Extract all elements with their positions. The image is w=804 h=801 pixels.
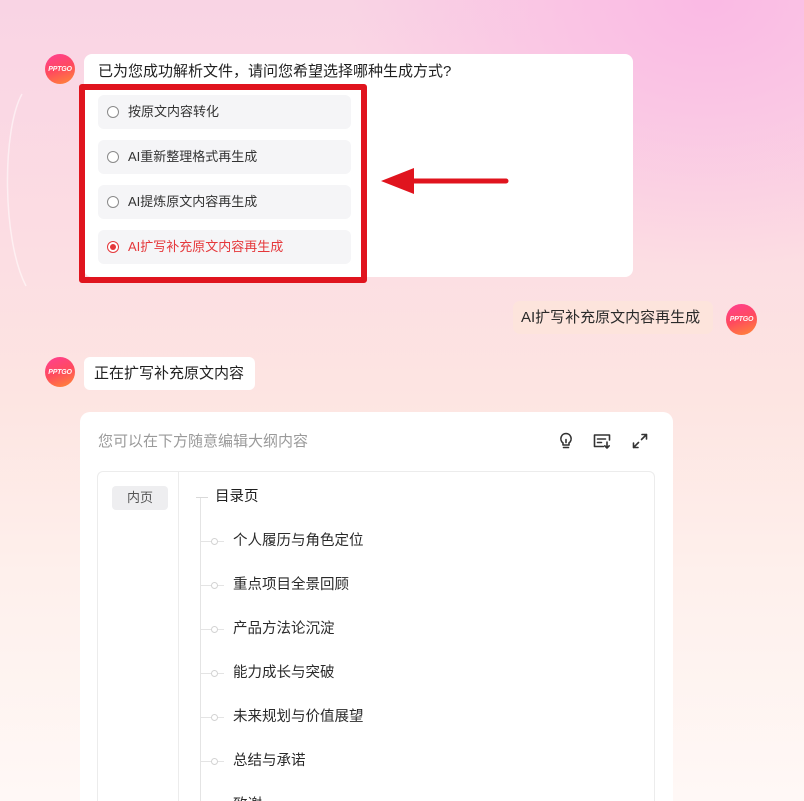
- outline-item-text[interactable]: 总结与承诺: [233, 751, 306, 771]
- list-download-icon[interactable]: [592, 431, 612, 451]
- annotation-highlight-box: [79, 84, 367, 283]
- expand-icon[interactable]: [630, 431, 650, 451]
- question-text: 已为您成功解析文件，请问您希望选择哪种生成方式?: [98, 63, 452, 80]
- tree-node-dot: [211, 714, 218, 721]
- avatar-logo-text: PPTGO: [48, 65, 72, 73]
- tree-node-dot: [211, 582, 218, 589]
- outline-item[interactable]: 致谢: [200, 791, 500, 801]
- outline-hint-text: 您可以在下方随意编辑大纲内容: [98, 433, 309, 450]
- outline-item[interactable]: 未来规划与价值展望: [200, 707, 500, 727]
- outline-item-text[interactable]: 致谢: [233, 791, 262, 801]
- outline-item[interactable]: 个人履历与角色定位: [200, 531, 500, 551]
- outline-item-text[interactable]: 能力成长与突破: [233, 663, 335, 683]
- outline-item-text[interactable]: 未来规划与价值展望: [233, 707, 364, 727]
- status-message-bubble: 正在扩写补充原文内容: [84, 357, 255, 390]
- outline-item-text[interactable]: 产品方法论沉淀: [233, 619, 335, 639]
- decorative-curve: [6, 93, 27, 287]
- tree-node-dot: [211, 758, 218, 765]
- bot-avatar: PPTGO: [45, 54, 75, 84]
- user-message-text: AI扩写补充原文内容再生成: [521, 309, 701, 326]
- page-type-tag[interactable]: 内页: [112, 486, 168, 510]
- outline-item-text[interactable]: 重点项目全景回顾: [233, 575, 349, 595]
- tree-node-dot: [211, 538, 218, 545]
- user-message-bubble: AI扩写补充原文内容再生成: [513, 301, 713, 334]
- outline-item[interactable]: 重点项目全景回顾: [200, 575, 500, 595]
- outline-item[interactable]: 总结与承诺: [200, 751, 500, 771]
- avatar-logo-text: PPTGO: [48, 368, 72, 376]
- outline-editor-card: 您可以在下方随意编辑大纲内容 内页 目录页 个人履历与角色定位 重点项目全景回顾…: [80, 412, 673, 801]
- bulb-icon[interactable]: [556, 431, 576, 451]
- outline-item[interactable]: 产品方法论沉淀: [200, 619, 500, 639]
- avatar-logo-text: PPTGO: [729, 316, 754, 323]
- tree-root-title[interactable]: 目录页: [215, 487, 259, 507]
- outline-tree-panel: 内页 目录页 个人履历与角色定位 重点项目全景回顾 产品方法论沉淀 能力成长与突…: [97, 471, 655, 801]
- status-message-text: 正在扩写补充原文内容: [94, 365, 245, 382]
- user-avatar: PPTGO: [726, 304, 757, 335]
- annotation-arrow-icon: [381, 168, 509, 194]
- tree-root-connector: [196, 497, 208, 498]
- tree-node-dot: [211, 670, 218, 677]
- bot-avatar: PPTGO: [45, 357, 75, 387]
- tree-node-dot: [211, 626, 218, 633]
- outline-item-text[interactable]: 个人履历与角色定位: [233, 531, 364, 551]
- page-type-column: 内页: [98, 472, 179, 801]
- outline-item[interactable]: 能力成长与突破: [200, 663, 500, 683]
